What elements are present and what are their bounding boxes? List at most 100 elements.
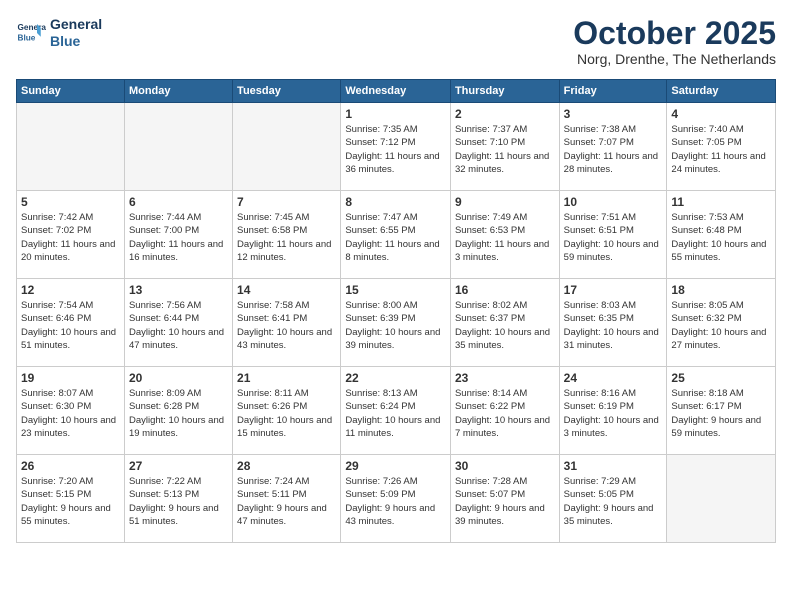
day-info: Sunrise: 7:45 AM Sunset: 6:58 PM Dayligh… <box>237 211 336 264</box>
day-number: 16 <box>455 283 555 297</box>
calendar-cell: 12 Sunrise: 7:54 AM Sunset: 6:46 PM Dayli… <box>17 279 125 367</box>
day-number: 14 <box>237 283 336 297</box>
day-info: Sunrise: 7:20 AM Sunset: 5:15 PM Dayligh… <box>21 475 120 528</box>
weekday-header: Monday <box>124 80 232 103</box>
weekday-header: Thursday <box>450 80 559 103</box>
calendar-cell: 7Sunrise: 7:45 AM Sunset: 6:58 PM Daylig… <box>233 191 341 279</box>
calendar-cell: 25 Sunrise: 8:18 AM Sunset: 6:17 PM Dayli… <box>667 367 776 455</box>
location-title: Norg, Drenthe, The Netherlands <box>573 51 776 67</box>
day-number: 23 <box>455 371 555 385</box>
calendar-cell: 23 Sunrise: 8:14 AM Sunset: 6:22 PM Dayli… <box>450 367 559 455</box>
svg-text:Blue: Blue <box>18 33 36 42</box>
calendar-cell: 1 Sunrise: 7:35 AM Sunset: 7:12 PM Daylig… <box>341 103 451 191</box>
weekday-header: Sunday <box>17 80 125 103</box>
calendar-cell: 10 Sunrise: 7:51 AM Sunset: 6:51 PM Dayli… <box>559 191 667 279</box>
calendar-cell <box>233 103 341 191</box>
day-number: 28 <box>237 459 336 473</box>
calendar-cell: 26 Sunrise: 7:20 AM Sunset: 5:15 PM Dayli… <box>17 455 125 543</box>
page-header: General Blue General Blue October 2025 N… <box>16 16 776 67</box>
day-number: 30 <box>455 459 555 473</box>
day-info: Sunrise: 7:24 AM Sunset: 5:11 PM Dayligh… <box>237 475 336 528</box>
day-info: Sunrise: 8:07 AM Sunset: 6:30 PM Dayligh… <box>21 387 120 440</box>
day-number: 8 <box>345 195 446 209</box>
day-info: Sunrise: 8:09 AM Sunset: 6:28 PM Dayligh… <box>129 387 228 440</box>
day-info: Sunrise: 7:38 AM Sunset: 7:07 PM Dayligh… <box>564 123 663 176</box>
day-number: 1 <box>345 107 446 121</box>
day-number: 12 <box>21 283 120 297</box>
day-info: Sunrise: 7:29 AM Sunset: 5:05 PM Dayligh… <box>564 475 663 528</box>
month-title: October 2025 <box>573 16 776 51</box>
day-number: 6 <box>129 195 228 209</box>
day-number: 19 <box>21 371 120 385</box>
calendar-table: SundayMondayTuesdayWednesdayThursdayFrid… <box>16 79 776 543</box>
logo-text2: Blue <box>50 33 102 50</box>
day-info: Sunrise: 8:11 AM Sunset: 6:26 PM Dayligh… <box>237 387 336 440</box>
calendar-cell: 8 Sunrise: 7:47 AM Sunset: 6:55 PM Daylig… <box>341 191 451 279</box>
calendar-cell: 19 Sunrise: 8:07 AM Sunset: 6:30 PM Dayli… <box>17 367 125 455</box>
day-info: Sunrise: 7:58 AM Sunset: 6:41 PM Dayligh… <box>237 299 336 352</box>
calendar-cell: 24Sunrise: 8:16 AM Sunset: 6:19 PM Dayli… <box>559 367 667 455</box>
day-info: Sunrise: 7:22 AM Sunset: 5:13 PM Dayligh… <box>129 475 228 528</box>
day-number: 31 <box>564 459 663 473</box>
calendar-cell: 4Sunrise: 7:40 AM Sunset: 7:05 PM Daylig… <box>667 103 776 191</box>
calendar-cell: 21 Sunrise: 8:11 AM Sunset: 6:26 PM Dayli… <box>233 367 341 455</box>
day-info: Sunrise: 7:44 AM Sunset: 7:00 PM Dayligh… <box>129 211 228 264</box>
day-number: 5 <box>21 195 120 209</box>
day-number: 2 <box>455 107 555 121</box>
day-info: Sunrise: 7:53 AM Sunset: 6:48 PM Dayligh… <box>671 211 771 264</box>
day-number: 11 <box>671 195 771 209</box>
day-number: 20 <box>129 371 228 385</box>
calendar-cell <box>17 103 125 191</box>
calendar-cell: 20 Sunrise: 8:09 AM Sunset: 6:28 PM Dayli… <box>124 367 232 455</box>
week-row: 12 Sunrise: 7:54 AM Sunset: 6:46 PM Dayli… <box>17 279 776 367</box>
svg-text:General: General <box>18 23 47 32</box>
day-number: 3 <box>564 107 663 121</box>
week-row: 1 Sunrise: 7:35 AM Sunset: 7:12 PM Daylig… <box>17 103 776 191</box>
day-info: Sunrise: 7:35 AM Sunset: 7:12 PM Dayligh… <box>345 123 446 176</box>
day-number: 13 <box>129 283 228 297</box>
calendar-cell: 27 Sunrise: 7:22 AM Sunset: 5:13 PM Dayli… <box>124 455 232 543</box>
calendar-cell: 5 Sunrise: 7:42 AM Sunset: 7:02 PM Daylig… <box>17 191 125 279</box>
day-info: Sunrise: 8:16 AM Sunset: 6:19 PM Dayligh… <box>564 387 663 440</box>
calendar-cell: 17Sunrise: 8:03 AM Sunset: 6:35 PM Dayli… <box>559 279 667 367</box>
weekday-header: Saturday <box>667 80 776 103</box>
day-info: Sunrise: 8:14 AM Sunset: 6:22 PM Dayligh… <box>455 387 555 440</box>
day-info: Sunrise: 7:28 AM Sunset: 5:07 PM Dayligh… <box>455 475 555 528</box>
calendar-cell <box>124 103 232 191</box>
title-area: October 2025 Norg, Drenthe, The Netherla… <box>573 16 776 67</box>
calendar-cell: 2 Sunrise: 7:37 AM Sunset: 7:10 PM Daylig… <box>450 103 559 191</box>
day-info: Sunrise: 7:42 AM Sunset: 7:02 PM Dayligh… <box>21 211 120 264</box>
day-info: Sunrise: 8:02 AM Sunset: 6:37 PM Dayligh… <box>455 299 555 352</box>
day-info: Sunrise: 8:18 AM Sunset: 6:17 PM Dayligh… <box>671 387 771 440</box>
day-number: 9 <box>455 195 555 209</box>
day-info: Sunrise: 8:13 AM Sunset: 6:24 PM Dayligh… <box>345 387 446 440</box>
day-info: Sunrise: 7:47 AM Sunset: 6:55 PM Dayligh… <box>345 211 446 264</box>
day-number: 21 <box>237 371 336 385</box>
day-number: 29 <box>345 459 446 473</box>
day-number: 18 <box>671 283 771 297</box>
week-row: 26 Sunrise: 7:20 AM Sunset: 5:15 PM Dayli… <box>17 455 776 543</box>
calendar-cell: 15Sunrise: 8:00 AM Sunset: 6:39 PM Dayli… <box>341 279 451 367</box>
day-number: 25 <box>671 371 771 385</box>
weekday-header-row: SundayMondayTuesdayWednesdayThursdayFrid… <box>17 80 776 103</box>
calendar-cell: 6 Sunrise: 7:44 AM Sunset: 7:00 PM Daylig… <box>124 191 232 279</box>
day-info: Sunrise: 7:56 AM Sunset: 6:44 PM Dayligh… <box>129 299 228 352</box>
calendar-cell: 29Sunrise: 7:26 AM Sunset: 5:09 PM Dayli… <box>341 455 451 543</box>
calendar-cell: 16 Sunrise: 8:02 AM Sunset: 6:37 PM Dayli… <box>450 279 559 367</box>
week-row: 5 Sunrise: 7:42 AM Sunset: 7:02 PM Daylig… <box>17 191 776 279</box>
day-number: 22 <box>345 371 446 385</box>
day-info: Sunrise: 8:03 AM Sunset: 6:35 PM Dayligh… <box>564 299 663 352</box>
day-info: Sunrise: 7:49 AM Sunset: 6:53 PM Dayligh… <box>455 211 555 264</box>
day-number: 27 <box>129 459 228 473</box>
calendar-cell: 28 Sunrise: 7:24 AM Sunset: 5:11 PM Dayli… <box>233 455 341 543</box>
calendar-cell: 9 Sunrise: 7:49 AM Sunset: 6:53 PM Daylig… <box>450 191 559 279</box>
day-info: Sunrise: 7:51 AM Sunset: 6:51 PM Dayligh… <box>564 211 663 264</box>
day-number: 26 <box>21 459 120 473</box>
day-number: 4 <box>671 107 771 121</box>
calendar-cell: 14 Sunrise: 7:58 AM Sunset: 6:41 PM Dayli… <box>233 279 341 367</box>
calendar-cell: 3 Sunrise: 7:38 AM Sunset: 7:07 PM Daylig… <box>559 103 667 191</box>
day-info: Sunrise: 7:54 AM Sunset: 6:46 PM Dayligh… <box>21 299 120 352</box>
day-number: 15 <box>345 283 446 297</box>
day-info: Sunrise: 7:37 AM Sunset: 7:10 PM Dayligh… <box>455 123 555 176</box>
day-number: 10 <box>564 195 663 209</box>
